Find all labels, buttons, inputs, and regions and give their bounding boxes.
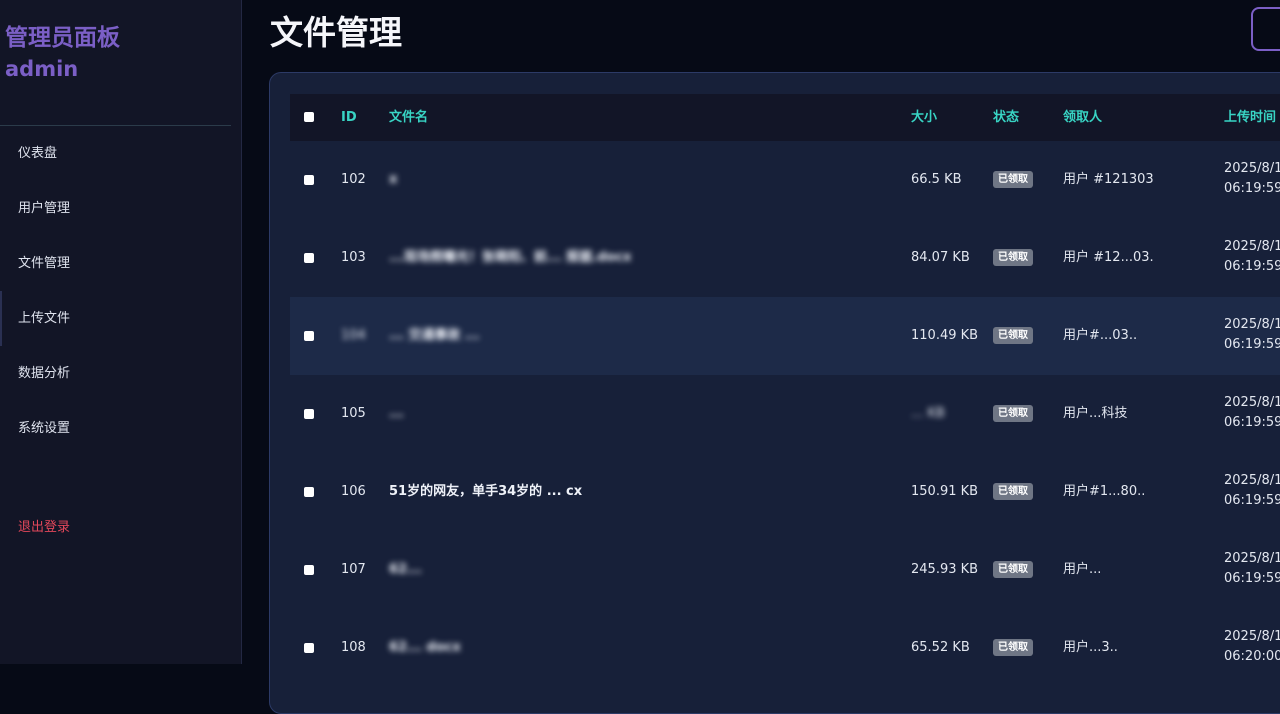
- upload-clock: 06:19:59: [1224, 259, 1280, 274]
- row-upload-time: 2025/8/1 06:19:59: [1224, 237, 1280, 277]
- table-row[interactable]: 107 62... 245.93 KB 已领取 用户... 2025/8/1 0…: [290, 531, 1280, 609]
- row-size: 150.91 KB: [911, 484, 979, 499]
- upload-date: 2025/8/1: [1224, 239, 1280, 254]
- header-action-button[interactable]: [1251, 7, 1280, 51]
- upload-clock: 06:19:59: [1224, 493, 1280, 508]
- row-checkbox[interactable]: [304, 409, 314, 419]
- row-filename[interactable]: 62... docx: [389, 609, 819, 687]
- column-upload-time[interactable]: 上传时间: [1224, 94, 1276, 141]
- row-upload-time: 2025/8/1 06:19:59: [1224, 159, 1280, 199]
- logout-link[interactable]: 退出登录: [18, 516, 70, 535]
- upload-clock: 06:19:59: [1224, 337, 1280, 352]
- table-row[interactable]: 106 51岁的网友，单手34岁的 ... cx 150.91 KB 已领取 用…: [290, 453, 1280, 531]
- upload-date: 2025/8/1: [1224, 395, 1280, 410]
- row-receiver: 用户...科技: [1063, 406, 1128, 421]
- status-badge: 已领取: [993, 561, 1033, 578]
- table-row[interactable]: 108 62... docx 65.52 KB 已领取 用户...3.. 202…: [290, 609, 1280, 687]
- row-size: ... KB: [911, 406, 945, 421]
- row-id: 108: [341, 640, 366, 655]
- upload-date: 2025/8/1: [1224, 629, 1280, 644]
- table-row[interactable]: 104 ... 交通事故 ... 110.49 KB 已领取 用户#...03.…: [290, 297, 1280, 375]
- upload-clock: 06:19:59: [1224, 181, 1280, 196]
- panel-title: 管理员面板: [5, 25, 120, 51]
- row-checkbox[interactable]: [304, 331, 314, 341]
- sidebar-item-upload[interactable]: 上传文件: [0, 291, 241, 346]
- row-checkbox[interactable]: [304, 643, 314, 653]
- row-filename[interactable]: 62...: [389, 531, 819, 609]
- page-title: 文件管理: [270, 13, 402, 52]
- status-badge: 已领取: [993, 405, 1033, 422]
- file-table-panel: ID 文件名 大小 状态 领取人 上传时间 102 x 66.5 KB 已领取 …: [269, 72, 1280, 714]
- row-id: 106: [341, 484, 366, 499]
- row-size: 110.49 KB: [911, 328, 979, 343]
- table-row[interactable]: 103 ...现场照曝光！张萌阳、前... 报据.docx 84.07 KB 已…: [290, 219, 1280, 297]
- upload-date: 2025/8/1: [1224, 161, 1280, 176]
- upload-clock: 06:19:59: [1224, 571, 1280, 586]
- upload-clock: 06:20:00: [1224, 649, 1280, 664]
- row-receiver: 用户 #12...03..: [1063, 250, 1153, 265]
- row-size: 65.52 KB: [911, 640, 970, 655]
- current-user: admin: [5, 57, 79, 81]
- row-size: 245.93 KB: [911, 562, 979, 577]
- row-receiver: 用户...3..: [1063, 640, 1118, 655]
- row-checkbox[interactable]: [304, 253, 314, 263]
- row-checkbox[interactable]: [304, 175, 314, 185]
- status-badge: 已领取: [993, 249, 1033, 266]
- column-filename[interactable]: 文件名: [389, 94, 428, 141]
- row-filename[interactable]: ...: [389, 375, 819, 453]
- table-header: ID 文件名 大小 状态 领取人 上传时间: [290, 94, 1280, 141]
- row-size: 84.07 KB: [911, 250, 970, 265]
- row-receiver: 用户...: [1063, 562, 1102, 577]
- column-status[interactable]: 状态: [993, 94, 1019, 141]
- upload-date: 2025/8/1: [1224, 551, 1280, 566]
- select-all-checkbox[interactable]: [304, 112, 314, 122]
- row-upload-time: 2025/8/1 06:19:59: [1224, 471, 1280, 511]
- sidebar-item-users[interactable]: 用户管理: [0, 181, 241, 236]
- row-upload-time: 2025/8/1 06:19:59: [1224, 393, 1280, 433]
- status-badge: 已领取: [993, 327, 1033, 344]
- row-filename[interactable]: x: [389, 141, 819, 219]
- sidebar-item-files[interactable]: 文件管理: [0, 236, 241, 291]
- row-filename[interactable]: 51岁的网友，单手34岁的 ... cx: [389, 453, 819, 531]
- sidebar-item-settings[interactable]: 系统设置: [0, 401, 241, 456]
- sidebar-item-dashboard[interactable]: 仪表盘: [0, 126, 241, 181]
- row-id: 105: [341, 406, 366, 421]
- sidebar: 管理员面板 admin 仪表盘 用户管理 文件管理 上传文件 数据分析 系统设置…: [0, 0, 242, 664]
- status-badge: 已领取: [993, 171, 1033, 188]
- sidebar-nav: 仪表盘 用户管理 文件管理 上传文件 数据分析 系统设置: [0, 126, 241, 456]
- row-filename[interactable]: ... 交通事故 ...: [389, 297, 819, 375]
- row-receiver: 用户#1...80..: [1063, 484, 1146, 499]
- status-badge: 已领取: [993, 639, 1033, 656]
- column-id[interactable]: ID: [341, 94, 357, 141]
- upload-clock: 06:19:59: [1224, 415, 1280, 430]
- row-receiver: 用户#...03..: [1063, 328, 1138, 343]
- row-size: 66.5 KB: [911, 172, 962, 187]
- row-checkbox[interactable]: [304, 487, 314, 497]
- row-upload-time: 2025/8/1 06:20:00: [1224, 627, 1280, 667]
- table-row[interactable]: 102 x 66.5 KB 已领取 用户 #121303 2025/8/1 06…: [290, 141, 1280, 219]
- row-id: 103: [341, 250, 366, 265]
- row-receiver: 用户 #121303: [1063, 172, 1153, 187]
- row-id: 107: [341, 562, 366, 577]
- status-badge: 已领取: [993, 483, 1033, 500]
- upload-date: 2025/8/1: [1224, 317, 1280, 332]
- table-row[interactable]: 105 ... ... KB 已领取 用户...科技 2025/8/1 06:1…: [290, 375, 1280, 453]
- row-id: 104: [341, 328, 366, 343]
- row-id: 102: [341, 172, 366, 187]
- row-upload-time: 2025/8/1 06:19:59: [1224, 315, 1280, 355]
- sidebar-item-analytics[interactable]: 数据分析: [0, 346, 241, 401]
- column-size[interactable]: 大小: [911, 94, 937, 141]
- column-receiver[interactable]: 领取人: [1063, 94, 1102, 141]
- upload-date: 2025/8/1: [1224, 473, 1280, 488]
- row-upload-time: 2025/8/1 06:19:59: [1224, 549, 1280, 589]
- row-filename[interactable]: ...现场照曝光！张萌阳、前... 报据.docx: [389, 219, 819, 297]
- row-checkbox[interactable]: [304, 565, 314, 575]
